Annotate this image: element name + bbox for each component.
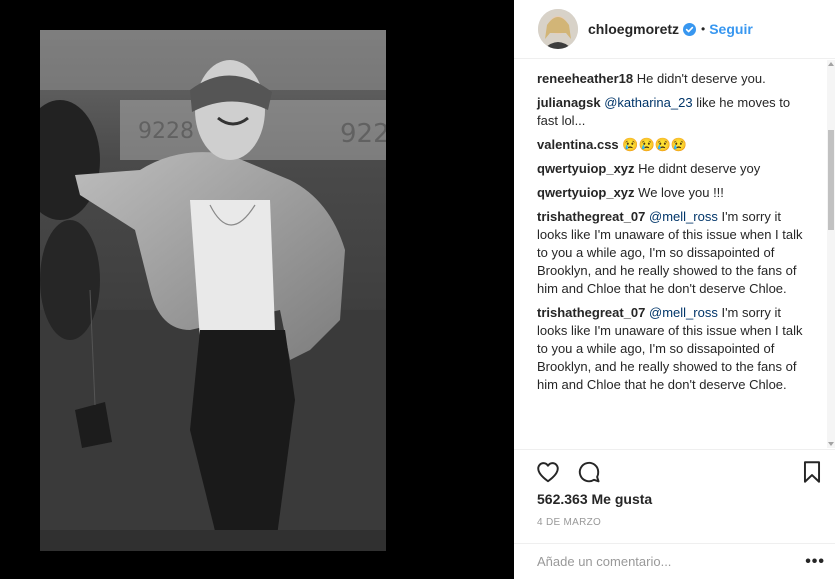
- comment-mention[interactable]: @mell_ross: [649, 305, 718, 320]
- comment-icon[interactable]: [576, 459, 602, 485]
- post-photo-illustration: 9228 922: [40, 30, 386, 551]
- comment-item: julianagsk @katharina_23 like he moves t…: [537, 94, 812, 130]
- post-header: chloegmoretz • Seguir: [514, 0, 835, 59]
- avatar[interactable]: [538, 9, 578, 49]
- comment-item: trishathegreat_07 @mell_ross I'm sorry i…: [537, 208, 812, 298]
- comment-item: qwertyuiop_xyz He didnt deserve yoy: [537, 160, 812, 178]
- comment-username[interactable]: qwertyuiop_xyz: [537, 161, 635, 176]
- scroll-down-arrow-icon[interactable]: [828, 442, 834, 446]
- scroll-up-arrow-icon[interactable]: [828, 62, 834, 66]
- comment-input[interactable]: [537, 554, 767, 569]
- svg-text:922: 922: [340, 119, 386, 149]
- comment-username[interactable]: trishathegreat_07: [537, 305, 645, 320]
- comment-text: He didnt deserve yoy: [638, 161, 761, 176]
- photo-panel: 9228 922: [0, 0, 514, 579]
- more-options-icon[interactable]: •••: [805, 553, 825, 571]
- comment-username[interactable]: valentina.css: [537, 137, 619, 152]
- verified-badge-icon: [683, 22, 697, 36]
- post-actions: 562.363 Me gusta 4 DE MARZO: [514, 449, 835, 543]
- username-link[interactable]: chloegmoretz: [588, 21, 679, 37]
- comment-text: We love you !!!: [638, 185, 724, 200]
- comment-item: valentina.css 😢😢😢😢: [537, 136, 812, 154]
- add-comment-bar: •••: [514, 543, 835, 579]
- comments-scrollbar[interactable]: [827, 60, 835, 448]
- comment-username[interactable]: reneeheather18: [537, 71, 633, 86]
- svg-text:9228: 9228: [138, 119, 194, 144]
- post-date[interactable]: 4 DE MARZO: [537, 517, 601, 528]
- partial-comment-row: [537, 60, 812, 64]
- likes-count[interactable]: 562.363 Me gusta: [537, 491, 652, 507]
- separator-dot: •: [701, 22, 706, 36]
- comment-username[interactable]: trishathegreat_07: [537, 209, 645, 224]
- comments-list[interactable]: reneeheather18 He didn't deserve you. ju…: [514, 60, 826, 448]
- instagram-post-modal: 9228 922 chloegmoretz • Seguir reneeheat…: [0, 0, 835, 579]
- avatar-image: [538, 9, 578, 49]
- comment-item: qwertyuiop_xyz We love you !!!: [537, 184, 812, 202]
- scroll-thumb[interactable]: [828, 130, 834, 230]
- comment-mention[interactable]: @katharina_23: [604, 95, 692, 110]
- bookmark-icon[interactable]: [799, 459, 825, 485]
- post-sidebar: chloegmoretz • Seguir reneeheather18 He …: [514, 0, 835, 579]
- comment-text: He didn't deserve you.: [636, 71, 766, 86]
- comment-item: reneeheather18 He didn't deserve you.: [537, 70, 812, 88]
- comment-item: trishathegreat_07 @mell_ross I'm sorry i…: [537, 304, 812, 394]
- post-photo[interactable]: 9228 922: [40, 30, 386, 551]
- follow-button[interactable]: Seguir: [709, 21, 753, 37]
- comment-username[interactable]: qwertyuiop_xyz: [537, 185, 635, 200]
- comment-mention[interactable]: @mell_ross: [649, 209, 718, 224]
- heart-icon[interactable]: [535, 459, 561, 485]
- comment-username[interactable]: julianagsk: [537, 95, 601, 110]
- comment-text: 😢😢😢😢: [622, 137, 688, 152]
